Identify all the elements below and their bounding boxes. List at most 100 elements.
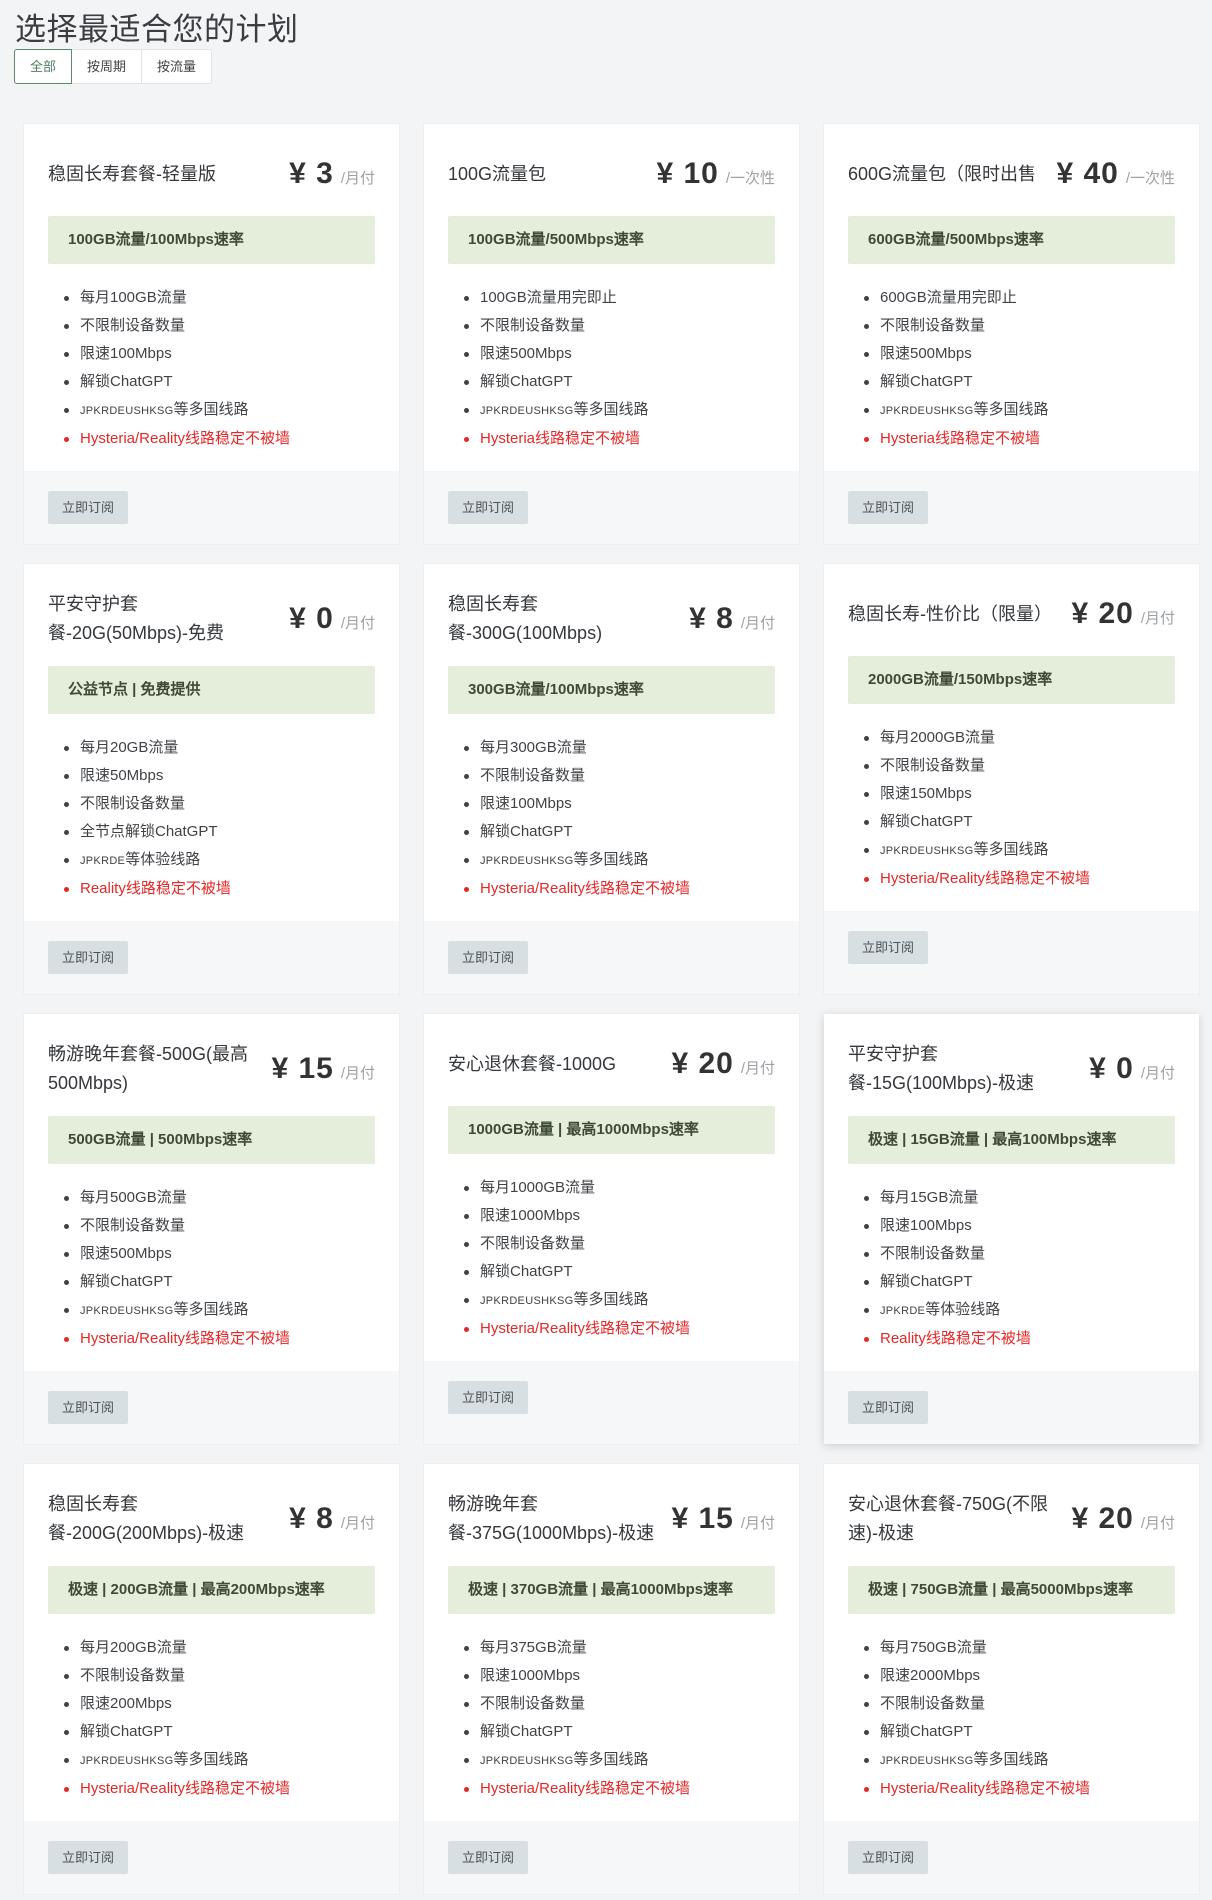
- plan-feature-list: 每月375GB流量 限速1000Mbps 不限制设备数量 解锁ChatGPT JPKRD…: [448, 1634, 775, 1803]
- plan-name: 平安守护套餐-20G(50Mbps)-免费: [48, 594, 225, 643]
- plan-card-header: 600G流量包（限时出售 ¥ 40/一次性: [848, 150, 1175, 198]
- plan-card-body: 100G流量包 ¥ 10/一次性 100GB流量/500Mbps速率 100GB流量用…: [424, 124, 799, 471]
- plan-feature: 解锁ChatGPT: [864, 1718, 1175, 1746]
- plan-feature: 每月300GB流量: [464, 734, 775, 762]
- plan-feature: 不限制设备数量: [864, 312, 1175, 340]
- plan-feature-regions: JPKRDEUSHKSG等多国线路: [464, 396, 775, 425]
- plan-feature: 解锁ChatGPT: [464, 1258, 775, 1286]
- price-period: /月付: [340, 170, 375, 187]
- filter-tab-by-traffic[interactable]: 按流量: [141, 49, 213, 84]
- filter-tab-by-period[interactable]: 按周期: [71, 49, 143, 84]
- subscribe-button[interactable]: 立即订阅: [48, 1391, 129, 1424]
- plan-highlight: 极速 | 200GB流量 | 最高200Mbps速率: [48, 1566, 375, 1614]
- plan-card: 安心退休套餐-1000G ¥ 20/月付 1000GB流量 | 最高1000Mbps…: [424, 1014, 799, 1444]
- price-amount: ¥ 8: [289, 1502, 334, 1535]
- price-amount: ¥ 8: [689, 602, 734, 635]
- region-codes: JPKRDEUSHKSG: [880, 405, 974, 417]
- plan-feature: 每月200GB流量: [64, 1634, 375, 1662]
- plan-feature: 限速500Mbps: [864, 340, 1175, 368]
- subscribe-button[interactable]: 立即订阅: [48, 1841, 129, 1874]
- plan-feature-warning: Hysteria/Reality线路稳定不被墙: [864, 865, 1175, 893]
- plan-price: ¥ 40/一次性: [1056, 157, 1175, 191]
- subscribe-button[interactable]: 立即订阅: [48, 491, 129, 524]
- region-suffix: 等多国线路: [173, 401, 249, 418]
- plan-card-header: 畅游晚年套餐-375G(1000Mbps)-极速 ¥ 15/月付: [448, 1490, 775, 1548]
- plan-card-header: 稳固长寿-性价比（限量） ¥ 20/月付: [848, 590, 1175, 638]
- plan-card: 安心退休套餐-750G(不限速)-极速 ¥ 20/月付极速 | 750GB流量 |…: [824, 1464, 1199, 1894]
- plan-feature: 限速500Mbps: [464, 340, 775, 368]
- region-suffix: 等多国线路: [573, 1751, 649, 1768]
- plan-feature: 不限制设备数量: [64, 1212, 375, 1240]
- plan-feature: 限速500Mbps: [64, 1240, 375, 1268]
- plan-feature: 限速2000Mbps: [864, 1662, 1175, 1690]
- plan-card: 畅游晚年套餐-500G(最高500Mbps) ¥ 15/月付 500GB流量 | 5…: [24, 1014, 399, 1444]
- plan-feature: 全节点解锁ChatGPT: [64, 818, 375, 846]
- plan-highlight: 极速 | 750GB流量 | 最高5000Mbps速率: [848, 1566, 1175, 1614]
- region-codes: JPKRDEUSHKSG: [480, 855, 574, 867]
- plan-feature-regions: JPKRDEUSHKSG等多国线路: [864, 1746, 1175, 1775]
- region-codes: JPKRDEUSHKSG: [480, 1295, 574, 1307]
- plan-card: 稳固长寿套餐-200G(200Mbps)-极速 ¥ 8/月付极速 | 200GB流…: [24, 1464, 399, 1894]
- region-codes: JPKRDEUSHKSG: [880, 845, 974, 857]
- subscribe-button[interactable]: 立即订阅: [448, 1841, 529, 1874]
- plan-feature-regions: JPKRDEUSHKSG等多国线路: [64, 1296, 375, 1325]
- plan-card-header: 畅游晚年套餐-500G(最高500Mbps) ¥ 15/月付: [48, 1040, 375, 1098]
- plan-feature: 解锁ChatGPT: [864, 808, 1175, 836]
- plan-feature: 限速100Mbps: [464, 790, 775, 818]
- region-suffix: 等体验线路: [125, 851, 201, 868]
- region-suffix: 等多国线路: [173, 1751, 249, 1768]
- subscribe-button[interactable]: 立即订阅: [848, 1391, 929, 1424]
- plan-feature-regions: JPKRDEUSHKSG等多国线路: [64, 396, 375, 425]
- region-codes: JPKRDEUSHKSG: [80, 1305, 174, 1317]
- plan-card-header: 平安守护套餐-15G(100Mbps)-极速 ¥ 0/月付: [848, 1040, 1175, 1098]
- plan-card: 稳固长寿套餐-轻量版 ¥ 3/月付 100GB流量/100Mbps速率 每月100GB…: [24, 124, 399, 544]
- subscribe-button[interactable]: 立即订阅: [448, 941, 529, 974]
- subscribe-button[interactable]: 立即订阅: [848, 931, 929, 964]
- plan-card-footer: 立即订阅: [824, 471, 1199, 544]
- subscribe-button[interactable]: 立即订阅: [448, 1381, 529, 1414]
- plan-card-header: 稳固长寿套餐-轻量版 ¥ 3/月付: [48, 150, 375, 198]
- plan-card: 100G流量包 ¥ 10/一次性 100GB流量/500Mbps速率 100GB流量用…: [424, 124, 799, 544]
- plan-highlight: 极速 | 370GB流量 | 最高1000Mbps速率: [448, 1566, 775, 1614]
- filter-tab-all[interactable]: 全部: [14, 49, 73, 84]
- plan-feature: 限速50Mbps: [64, 762, 375, 790]
- plan-feature-list: 每月2000GB流量 不限制设备数量 限速150Mbps 解锁ChatGPT JPKRD…: [848, 724, 1175, 893]
- plan-feature: 解锁ChatGPT: [864, 368, 1175, 396]
- price-period: /月付: [340, 1065, 375, 1082]
- plan-card-header: 安心退休套餐-750G(不限速)-极速 ¥ 20/月付: [848, 1490, 1175, 1548]
- plan-name: 安心退休套餐-1000G: [448, 1053, 617, 1074]
- region-codes: JPKRDEUSHKSG: [480, 1755, 574, 1767]
- plan-price: ¥ 8/月付: [689, 602, 775, 636]
- price-amount: ¥ 15: [271, 1052, 334, 1085]
- subscribe-button[interactable]: 立即订阅: [848, 1841, 929, 1874]
- plan-price: ¥ 20/月付: [1071, 1502, 1175, 1536]
- plan-feature-list: 每月500GB流量 不限制设备数量 限速500Mbps 解锁ChatGPT JPKRDE…: [48, 1184, 375, 1353]
- plan-card: 平安守护套餐-20G(50Mbps)-免费 ¥ 0/月付 公益节点 | 免费提供 每月…: [24, 564, 399, 994]
- plan-grid: 稳固长寿套餐-轻量版 ¥ 3/月付 100GB流量/100Mbps速率 每月100GB…: [24, 124, 1200, 1900]
- price-period: /月付: [740, 1060, 775, 1077]
- plan-card-footer: 立即订阅: [824, 1371, 1199, 1444]
- plan-feature: 每月15GB流量: [864, 1184, 1175, 1212]
- plan-feature-warning: Hysteria/Reality线路稳定不被墙: [64, 425, 375, 453]
- plan-price: ¥ 15/月付: [271, 1052, 375, 1086]
- plan-name: 畅游晚年套餐-375G(1000Mbps)-极速: [448, 1494, 655, 1543]
- subscribe-button[interactable]: 立即订阅: [848, 491, 929, 524]
- plan-feature-warning: Reality线路稳定不被墙: [864, 1325, 1175, 1353]
- plan-card-footer: 立即订阅: [824, 911, 1199, 994]
- plan-feature-list: 每月200GB流量 不限制设备数量 限速200Mbps 解锁ChatGPT JPKRDE…: [48, 1634, 375, 1803]
- plan-feature: 不限制设备数量: [64, 1662, 375, 1690]
- plan-name: 稳固长寿套餐-300G(100Mbps): [448, 594, 603, 643]
- plan-card-header: 稳固长寿套餐-200G(200Mbps)-极速 ¥ 8/月付: [48, 1490, 375, 1548]
- plan-price: ¥ 20/月付: [671, 1047, 775, 1081]
- plan-card-footer: 立即订阅: [24, 921, 399, 994]
- plan-card: 600G流量包（限时出售 ¥ 40/一次性 600GB流量/500Mbps速率 600…: [824, 124, 1199, 544]
- plan-feature-regions: JPKRDEUSHKSG等多国线路: [464, 1286, 775, 1315]
- plan-feature-warning: Hysteria/Reality线路稳定不被墙: [464, 1315, 775, 1343]
- subscribe-button[interactable]: 立即订阅: [448, 491, 529, 524]
- plan-feature: 600GB流量用完即止: [864, 284, 1175, 312]
- plan-feature: 解锁ChatGPT: [64, 1718, 375, 1746]
- plan-card-footer: 立即订阅: [424, 1821, 799, 1894]
- plan-feature-list: 每月20GB流量 限速50Mbps 不限制设备数量 全节点解锁ChatGPT JPKRD…: [48, 734, 375, 903]
- subscribe-button[interactable]: 立即订阅: [48, 941, 129, 974]
- plan-feature: 100GB流量用完即止: [464, 284, 775, 312]
